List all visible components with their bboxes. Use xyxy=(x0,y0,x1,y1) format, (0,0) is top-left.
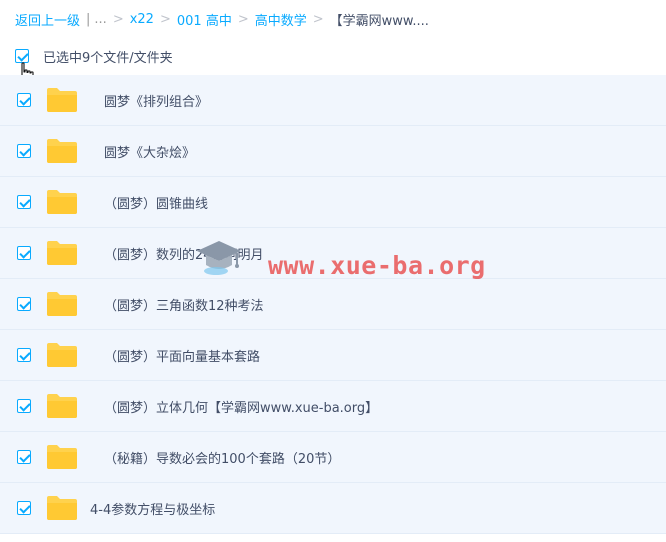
file-row[interactable]: （圆梦）平面向量基本套路 xyxy=(0,330,666,381)
file-row[interactable]: （圆梦）立体几何【学霸网www.xue-ba.org】 xyxy=(0,381,666,432)
row-checkbox[interactable] xyxy=(17,501,31,515)
breadcrumb-ellipsis[interactable]: ... xyxy=(94,12,106,27)
select-all-checkbox[interactable] xyxy=(15,49,29,63)
selection-count-label: 已选中9个文件/文件夹 xyxy=(43,50,173,66)
row-checkbox[interactable] xyxy=(17,246,31,260)
folder-icon xyxy=(47,445,77,469)
breadcrumb-item[interactable]: 001 高中 xyxy=(177,10,232,29)
file-row[interactable]: （圆梦）数列的24桥洞明月 xyxy=(0,228,666,279)
breadcrumb: 返回上一级 | ... > x22 > 001 高中 > 高中数学 > 【学霸网… xyxy=(15,10,429,29)
row-checkbox[interactable] xyxy=(17,450,31,464)
row-checkbox[interactable] xyxy=(17,297,31,311)
file-row[interactable]: （圆梦）圆锥曲线 xyxy=(0,177,666,228)
breadcrumb-divider: | xyxy=(86,11,91,27)
file-name[interactable]: （圆梦）三角函数12种考法 xyxy=(104,295,264,314)
row-checkbox[interactable] xyxy=(17,195,31,209)
file-row[interactable]: 圆梦《排列组合》 xyxy=(0,75,666,126)
selection-bar: 已选中9个文件/文件夹 xyxy=(15,45,173,67)
folder-icon xyxy=(47,190,77,214)
file-row[interactable]: （圆梦）三角函数12种考法 xyxy=(0,279,666,330)
row-checkbox[interactable] xyxy=(17,399,31,413)
file-name[interactable]: （秘籍）导数必会的100个套路（20节） xyxy=(104,448,340,467)
file-name[interactable]: 4-4参数方程与极坐标 xyxy=(90,499,215,518)
row-checkbox[interactable] xyxy=(17,348,31,362)
folder-icon xyxy=(47,394,77,418)
folder-icon xyxy=(47,88,77,112)
breadcrumb-separator: > xyxy=(237,11,249,27)
file-name[interactable]: （圆梦）圆锥曲线 xyxy=(104,193,208,212)
breadcrumb-separator: > xyxy=(112,11,124,27)
file-list: 圆梦《排列组合》 圆梦《大杂烩》 （圆梦）圆锥曲线 （圆梦）数列的24桥洞明月 … xyxy=(0,75,666,534)
folder-icon xyxy=(47,139,77,163)
file-name[interactable]: 圆梦《大杂烩》 xyxy=(104,142,195,161)
breadcrumb-item[interactable]: x22 xyxy=(130,12,154,27)
breadcrumb-item[interactable]: 高中数学 xyxy=(255,10,307,29)
file-row[interactable]: （秘籍）导数必会的100个套路（20节） xyxy=(0,432,666,483)
folder-icon xyxy=(47,292,77,316)
row-checkbox[interactable] xyxy=(17,144,31,158)
file-name[interactable]: （圆梦）平面向量基本套路 xyxy=(104,346,260,365)
file-name[interactable]: （圆梦）立体几何【学霸网www.xue-ba.org】 xyxy=(104,397,378,416)
file-name[interactable]: 圆梦《排列组合》 xyxy=(104,91,208,110)
breadcrumb-separator: > xyxy=(312,11,324,27)
file-row[interactable]: 圆梦《大杂烩》 xyxy=(0,126,666,177)
file-name[interactable]: （圆梦）数列的24桥洞明月 xyxy=(104,244,264,263)
breadcrumb-separator: > xyxy=(159,11,171,27)
row-checkbox[interactable] xyxy=(17,93,31,107)
back-link[interactable]: 返回上一级 xyxy=(15,10,80,29)
folder-icon xyxy=(47,496,77,520)
file-row[interactable]: 4-4参数方程与极坐标 xyxy=(0,483,666,534)
folder-icon xyxy=(47,241,77,265)
folder-icon xyxy=(47,343,77,367)
breadcrumb-current: 【学霸网www.... xyxy=(329,13,429,29)
